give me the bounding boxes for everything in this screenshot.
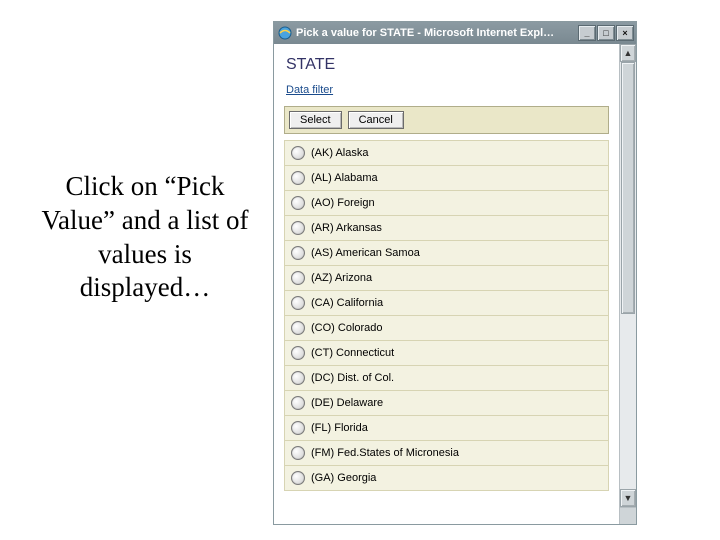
state-list: (AK) Alaska (AL) Alabama (AO) Foreign (AR) … bbox=[284, 140, 609, 491]
window-titlebar: Pick a value for STATE - Microsoft Inter… bbox=[274, 22, 636, 44]
chevron-down-icon: ▼ bbox=[624, 493, 633, 503]
list-item[interactable]: (FL) Florida bbox=[284, 416, 609, 441]
scroll-track[interactable] bbox=[620, 62, 636, 489]
radio-icon[interactable] bbox=[291, 146, 305, 160]
list-item[interactable]: (AS) American Samoa bbox=[284, 241, 609, 266]
list-item[interactable]: (AZ) Arizona bbox=[284, 266, 609, 291]
list-item-label: (DC) Dist. of Col. bbox=[311, 372, 394, 384]
vertical-scrollbar[interactable]: ▲ ▼ bbox=[619, 44, 636, 524]
scroll-thumb[interactable] bbox=[621, 62, 635, 314]
list-item-label: (AK) Alaska bbox=[311, 147, 368, 159]
radio-icon[interactable] bbox=[291, 421, 305, 435]
list-item-label: (CT) Connecticut bbox=[311, 347, 394, 359]
list-item[interactable]: (CA) California bbox=[284, 291, 609, 316]
minimize-button[interactable]: _ bbox=[578, 25, 596, 41]
radio-icon[interactable] bbox=[291, 246, 305, 260]
list-item-label: (AZ) Arizona bbox=[311, 272, 372, 284]
list-item-label: (AS) American Samoa bbox=[311, 247, 420, 259]
browser-window: Pick a value for STATE - Microsoft Inter… bbox=[274, 22, 636, 524]
radio-icon[interactable] bbox=[291, 221, 305, 235]
page-heading: STATE bbox=[274, 44, 619, 80]
list-item[interactable]: (GA) Georgia bbox=[284, 466, 609, 491]
list-item-label: (AR) Arkansas bbox=[311, 222, 382, 234]
radio-icon[interactable] bbox=[291, 371, 305, 385]
maximize-icon: □ bbox=[603, 28, 608, 38]
radio-icon[interactable] bbox=[291, 396, 305, 410]
button-bar: Select Cancel bbox=[284, 106, 609, 134]
radio-icon[interactable] bbox=[291, 196, 305, 210]
chevron-up-icon: ▲ bbox=[624, 48, 633, 58]
minimize-icon: _ bbox=[584, 28, 589, 38]
list-item[interactable]: (DE) Delaware bbox=[284, 391, 609, 416]
scroll-up-button[interactable]: ▲ bbox=[620, 44, 636, 62]
list-item[interactable]: (CT) Connecticut bbox=[284, 341, 609, 366]
list-item-label: (CA) California bbox=[311, 297, 383, 309]
list-item-label: (CO) Colorado bbox=[311, 322, 383, 334]
cancel-button[interactable]: Cancel bbox=[348, 111, 404, 129]
maximize-button[interactable]: □ bbox=[597, 25, 615, 41]
radio-icon[interactable] bbox=[291, 321, 305, 335]
data-filter-link[interactable]: Data filter bbox=[286, 84, 333, 96]
list-item[interactable]: (CO) Colorado bbox=[284, 316, 609, 341]
list-item-label: (AO) Foreign bbox=[311, 197, 375, 209]
list-item[interactable]: (AO) Foreign bbox=[284, 191, 609, 216]
list-item[interactable]: (AK) Alaska bbox=[284, 140, 609, 166]
close-button[interactable]: × bbox=[616, 25, 634, 41]
list-item[interactable]: (FM) Fed.States of Micronesia bbox=[284, 441, 609, 466]
radio-icon[interactable] bbox=[291, 296, 305, 310]
list-item[interactable]: (DC) Dist. of Col. bbox=[284, 366, 609, 391]
close-icon: × bbox=[622, 28, 627, 38]
list-item-label: (FL) Florida bbox=[311, 422, 368, 434]
radio-icon[interactable] bbox=[291, 271, 305, 285]
slide-annotation: Click on “Pick Value” and a list of valu… bbox=[30, 170, 260, 305]
list-item-label: (AL) Alabama bbox=[311, 172, 378, 184]
ie-icon bbox=[278, 26, 292, 40]
radio-icon[interactable] bbox=[291, 171, 305, 185]
select-button[interactable]: Select bbox=[289, 111, 342, 129]
scroll-down-button[interactable]: ▼ bbox=[620, 489, 636, 507]
list-item-label: (GA) Georgia bbox=[311, 472, 376, 484]
radio-icon[interactable] bbox=[291, 346, 305, 360]
list-item[interactable]: (AL) Alabama bbox=[284, 166, 609, 191]
list-item-label: (DE) Delaware bbox=[311, 397, 383, 409]
page-content: STATE Data filter Select Cancel (AK) Ala… bbox=[274, 44, 619, 524]
radio-icon[interactable] bbox=[291, 471, 305, 485]
resize-grip[interactable] bbox=[620, 507, 636, 524]
radio-icon[interactable] bbox=[291, 446, 305, 460]
window-title-text: Pick a value for STATE - Microsoft Inter… bbox=[296, 27, 554, 39]
list-item-label: (FM) Fed.States of Micronesia bbox=[311, 447, 459, 459]
list-item[interactable]: (AR) Arkansas bbox=[284, 216, 609, 241]
